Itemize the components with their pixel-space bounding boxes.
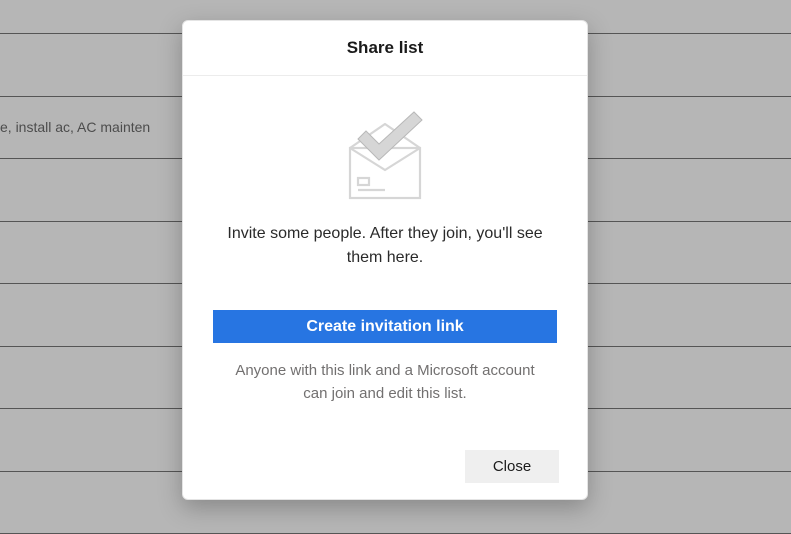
- invite-description: Invite some people. After they join, you…: [213, 222, 557, 270]
- dialog-footer: Close: [183, 434, 587, 499]
- close-button[interactable]: Close: [465, 450, 559, 483]
- dialog-body: Invite some people. After they join, you…: [183, 76, 587, 434]
- envelope-checkmark-icon: [335, 108, 435, 204]
- dialog-title: Share list: [347, 38, 424, 58]
- create-invitation-link-button[interactable]: Create invitation link: [213, 310, 557, 343]
- link-hint-text: Anyone with this link and a Microsoft ac…: [213, 359, 557, 406]
- dialog-header: Share list: [183, 21, 587, 76]
- share-list-dialog: Share list Invite some people. After the…: [182, 20, 588, 500]
